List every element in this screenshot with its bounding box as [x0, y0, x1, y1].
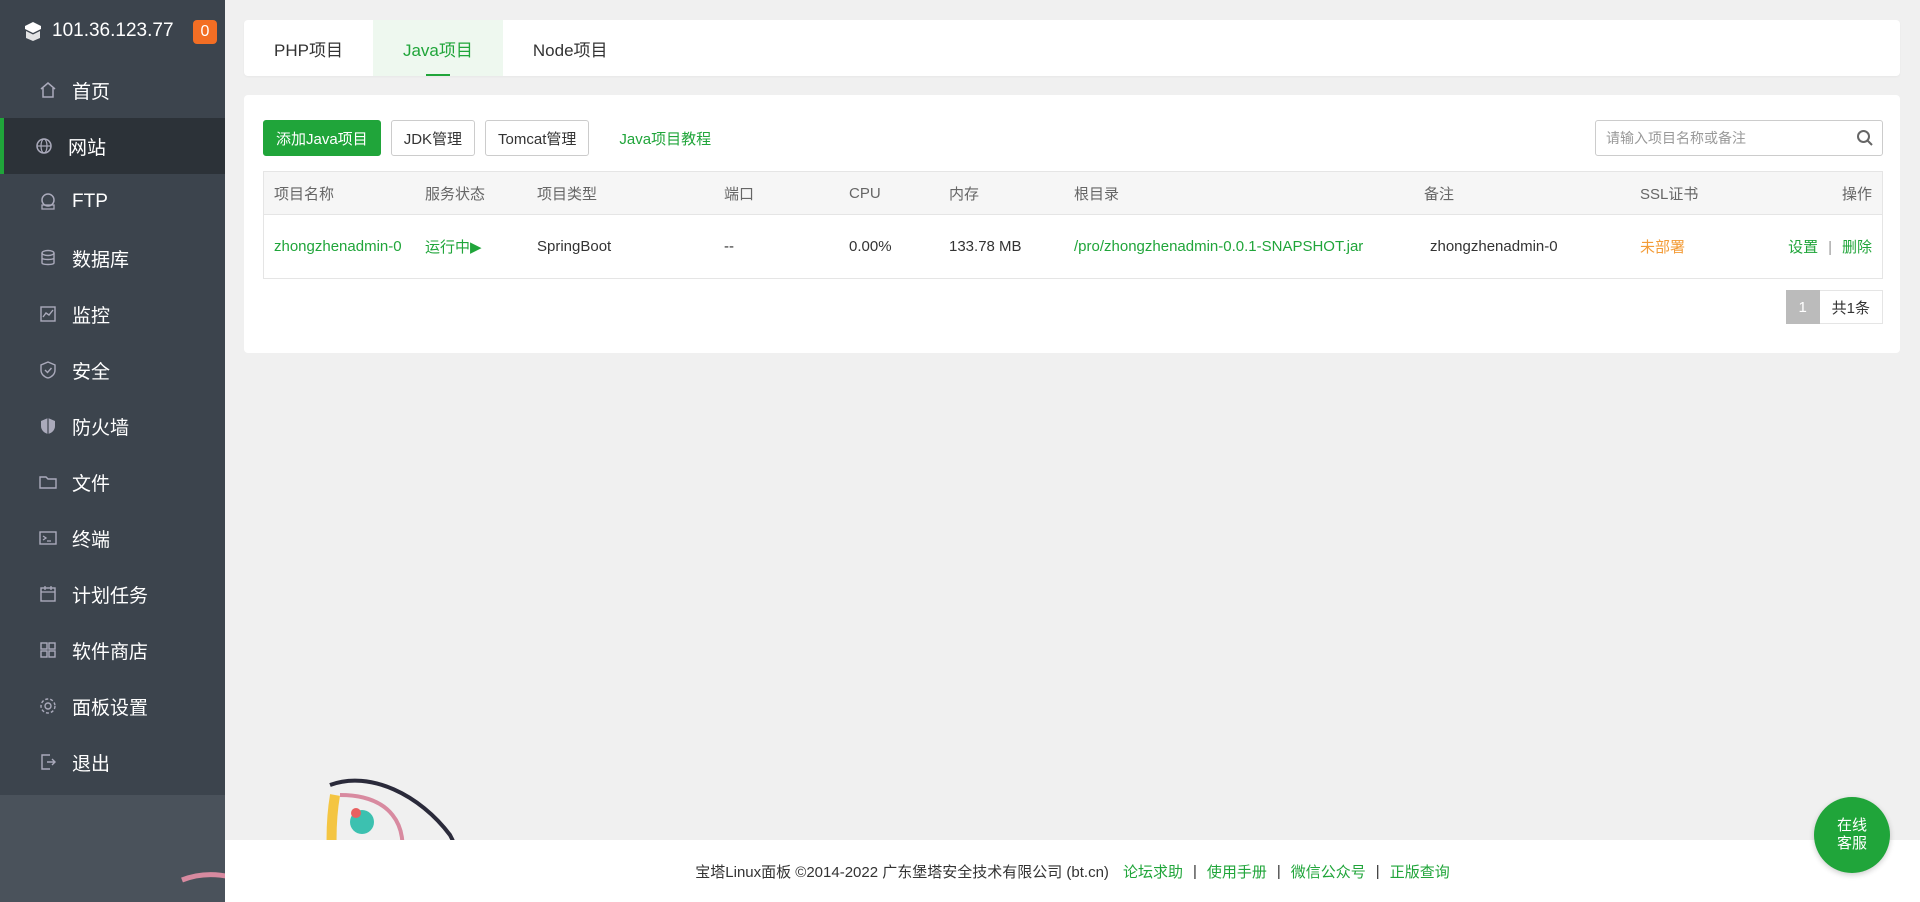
search-box [1595, 120, 1883, 156]
java-tutorial-link[interactable]: Java项目教程 [619, 128, 711, 149]
search-icon[interactable] [1848, 121, 1882, 155]
sidebar-item-files[interactable]: 文件 [0, 454, 225, 510]
footer-separator: | [1192, 862, 1197, 880]
delete-link[interactable]: 删除 [1842, 239, 1872, 256]
firewall-icon [38, 416, 58, 436]
wechat-link[interactable]: 微信公众号 [1291, 861, 1366, 882]
add-java-project-button[interactable]: 添加Java项目 [263, 120, 381, 156]
logout-icon [38, 752, 58, 772]
online-service-button[interactable]: 在线 客服 [1814, 797, 1890, 873]
remark-field[interactable]: zhongzhenadmin-0 [1414, 238, 1630, 255]
sidebar-item-appstore[interactable]: 软件商店 [0, 622, 225, 678]
table-row: zhongzhenadmin-0 运行中▶ SpringBoot -- 0.00… [264, 215, 1882, 278]
column-header: 服务状态 [425, 185, 486, 203]
ssl-status-link[interactable]: 未部署 [1630, 236, 1750, 257]
sidebar-item-website[interactable]: 网站 [0, 118, 225, 174]
column-header: SSL证书 [1640, 185, 1699, 203]
tomcat-manage-button[interactable]: Tomcat管理 [485, 120, 590, 156]
column-header: CPU [849, 184, 881, 202]
memory-usage: 133.78 MB [949, 238, 1022, 255]
project-name-link[interactable]: zhongzhenadmin-0 [264, 237, 415, 257]
ftp-icon [38, 192, 58, 212]
column-header: 根目录 [1074, 185, 1120, 203]
sidebar-item-firewall[interactable]: 防火墙 [0, 398, 225, 454]
column-header: 备注 [1424, 185, 1455, 203]
sidebar-nav: 首页 网站 FTP 数据库 监控 安全 防火墙 文件 终端 计划任务 软件商店 … [0, 62, 225, 790]
manual-link[interactable]: 使用手册 [1207, 861, 1267, 882]
search-input[interactable] [1596, 121, 1848, 155]
footer-separator: | [1276, 862, 1281, 880]
sidebar-item-label: 监控 [72, 305, 111, 327]
row-actions: 设置 | 删除 [1750, 236, 1882, 257]
table-header: 项目名称 服务状态 项目类型 端口 CPU 内存 根目录 备注 SSL证书 操作 [264, 172, 1882, 215]
tab-java[interactable]: Java项目 [372, 20, 503, 76]
footer-separator: | [1375, 862, 1380, 880]
online-service-line1: 在线 [1836, 817, 1867, 834]
sidebar-item-label: 终端 [72, 529, 111, 551]
column-header: 项目类型 [537, 185, 598, 203]
jdk-manage-button[interactable]: JDK管理 [390, 120, 476, 156]
globe-icon [34, 136, 54, 156]
project-type: SpringBoot [537, 238, 612, 255]
root-directory-link[interactable]: /pro/zhongzhenadmin-0.0.1-SNAPSHOT.jar [1064, 238, 1414, 255]
settings-link[interactable]: 设置 [1788, 239, 1818, 256]
column-header: 操作 [1841, 185, 1872, 203]
toolbar: 添加Java项目 JDK管理 Tomcat管理 Java项目教程 [263, 120, 711, 156]
sidebar-item-monitor[interactable]: 监控 [0, 286, 225, 342]
sidebar-item-home[interactable]: 首页 [0, 62, 225, 118]
page-total: 共1条 [1819, 290, 1883, 324]
sidebar-item-label: 首页 [72, 81, 111, 103]
service-status[interactable]: 运行中▶ [415, 236, 527, 257]
online-service-line2: 客服 [1836, 835, 1867, 852]
sidebar-header: 101.36.123.77 0 [0, 0, 225, 62]
sidebar-item-ftp[interactable]: FTP [0, 174, 225, 230]
sidebar: 101.36.123.77 0 首页 网站 FTP 数据库 监控 安全 防火墙 … [0, 0, 225, 902]
sidebar-item-label: FTP [72, 191, 108, 212]
project-tabs: PHP项目 Java项目 Node项目 [244, 20, 1900, 76]
forum-help-link[interactable]: 论坛求助 [1123, 861, 1183, 882]
footer: 宝塔Linux面板 ©2014-2022 广东堡塔安全技术有限公司 (bt.cn… [225, 840, 1920, 902]
sidebar-item-label: 文件 [72, 473, 111, 495]
pagination: 1 共1条 [1785, 290, 1883, 324]
sidebar-item-terminal[interactable]: 终端 [0, 510, 225, 566]
monitor-icon [38, 304, 58, 324]
notification-badge[interactable]: 0 [193, 20, 217, 44]
folder-icon [38, 472, 58, 492]
sidebar-item-cron[interactable]: 计划任务 [0, 566, 225, 622]
cpu-usage: 0.00% [849, 238, 892, 255]
database-icon [38, 248, 58, 268]
server-ip: 101.36.123.77 [52, 20, 174, 41]
project-port: -- [724, 238, 734, 255]
sidebar-item-label: 防火墙 [72, 417, 130, 439]
column-header: 端口 [724, 185, 755, 203]
action-separator: | [1828, 239, 1832, 256]
sidebar-item-database[interactable]: 数据库 [0, 230, 225, 286]
sidebar-item-settings[interactable]: 面板设置 [0, 678, 225, 734]
sidebar-item-label: 计划任务 [72, 585, 149, 607]
server-logo-icon [25, 22, 41, 41]
calendar-icon [38, 584, 58, 604]
license-check-link[interactable]: 正版查询 [1390, 861, 1450, 882]
gear-icon [38, 696, 58, 716]
apps-icon [38, 640, 58, 660]
sidebar-item-label: 面板设置 [72, 697, 149, 719]
sidebar-item-label: 网站 [68, 137, 107, 159]
column-header: 内存 [949, 185, 980, 203]
home-icon [38, 80, 58, 100]
page-number-current[interactable]: 1 [1785, 290, 1820, 324]
terminal-icon [38, 528, 58, 548]
tab-php[interactable]: PHP项目 [244, 20, 373, 76]
tab-node[interactable]: Node项目 [503, 20, 638, 76]
copyright-text: 宝塔Linux面板 ©2014-2022 广东堡塔安全技术有限公司 (bt.cn… [695, 863, 1109, 881]
project-table: 项目名称 服务状态 项目类型 端口 CPU 内存 根目录 备注 SSL证书 操作… [263, 171, 1883, 279]
java-project-panel: 添加Java项目 JDK管理 Tomcat管理 Java项目教程 项目名称 服务… [244, 95, 1900, 353]
shield-check-icon [38, 360, 58, 380]
sidebar-item-label: 安全 [72, 361, 111, 383]
sidebar-item-label: 退出 [72, 753, 111, 775]
sidebar-item-label: 软件商店 [72, 641, 149, 663]
sidebar-item-security[interactable]: 安全 [0, 342, 225, 398]
sidebar-item-label: 数据库 [72, 249, 130, 271]
column-header: 项目名称 [274, 185, 335, 203]
